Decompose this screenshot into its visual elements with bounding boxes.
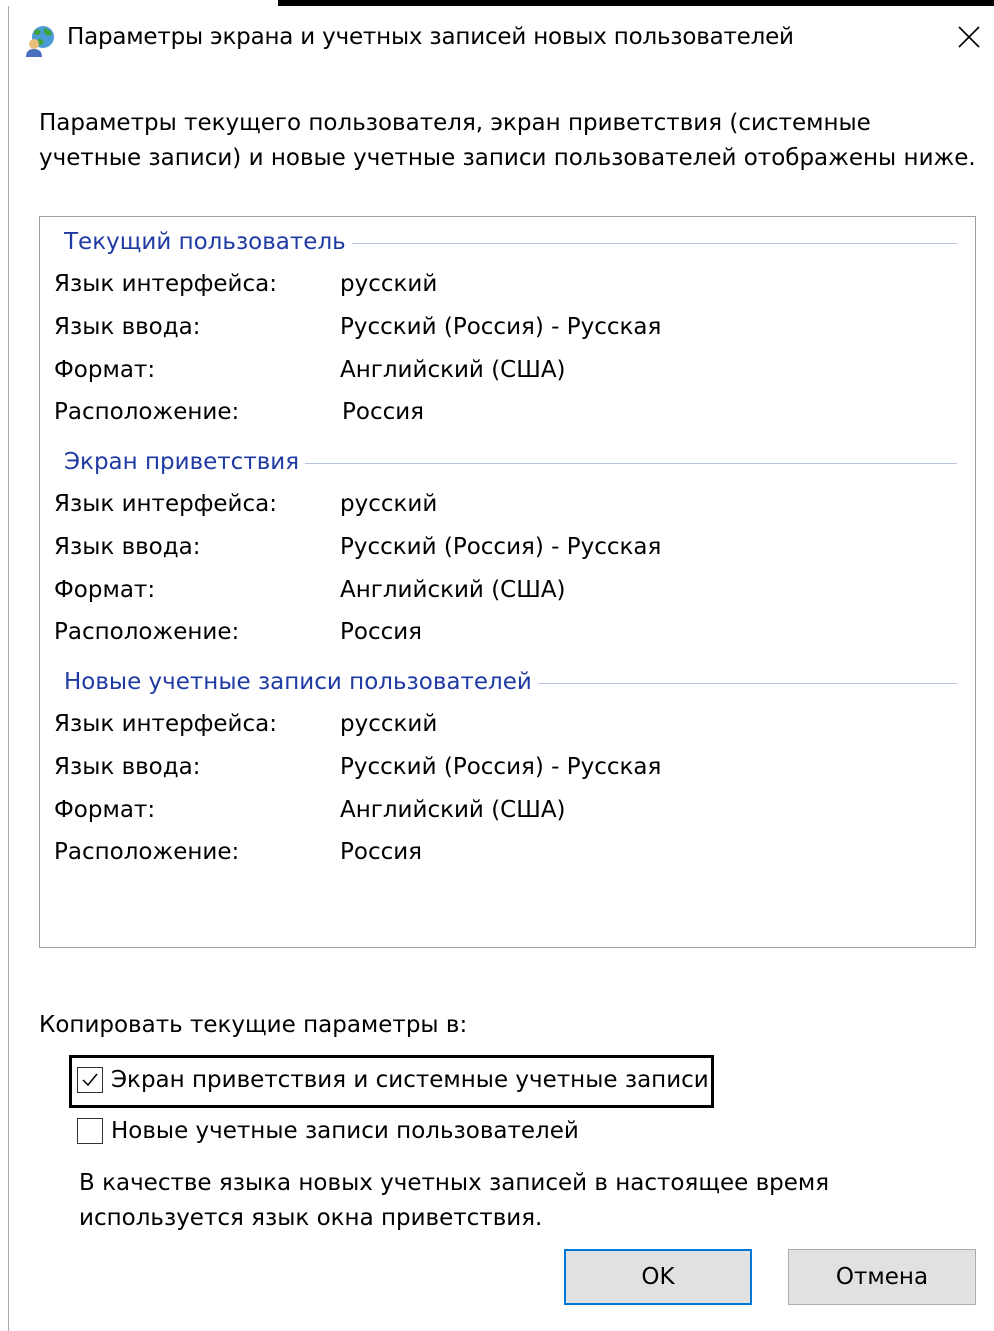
- row-label: Формат:: [54, 577, 156, 603]
- row-value: Русский (Россия) - Русская: [340, 754, 662, 780]
- checkbox-welcome-screen[interactable]: Экран приветствия и системные учетные за…: [77, 1064, 709, 1096]
- row-label: Формат:: [54, 357, 156, 383]
- row-label: Язык ввода:: [54, 314, 201, 340]
- close-icon: [958, 26, 980, 48]
- close-button[interactable]: [952, 20, 986, 54]
- dialog-window: Параметры экрана и учетных записей новых…: [8, 6, 994, 1331]
- row-value: Русский (Россия) - Русская: [340, 314, 662, 340]
- row-format: Формат: Английский (США): [54, 797, 954, 829]
- checkmark-icon: [82, 1073, 98, 1087]
- row-value: русский: [340, 711, 438, 737]
- row-value: Английский (США): [340, 357, 566, 383]
- row-interface-language: Язык интерфейса: русский: [54, 271, 954, 303]
- row-location: Расположение: Россия: [54, 399, 954, 431]
- section-title: Экран приветствия: [64, 449, 300, 475]
- row-value: Английский (США): [340, 797, 566, 823]
- row-input-language: Язык ввода: Русский (Россия) - Русская: [54, 314, 954, 346]
- section-current-user: Текущий пользователь: [64, 227, 957, 257]
- row-value: русский: [340, 271, 438, 297]
- row-value: Россия: [342, 399, 425, 425]
- note-text: В качестве языка новых учетных записей в…: [79, 1170, 830, 1231]
- section-welcome-screen: Экран приветствия: [64, 447, 957, 477]
- row-location: Расположение: Россия: [54, 619, 954, 651]
- row-label: Язык ввода:: [54, 754, 201, 780]
- row-label: Язык интерфейса:: [54, 271, 277, 297]
- row-format: Формат: Английский (США): [54, 577, 954, 609]
- copy-settings-label: Копировать текущие параметры в:: [39, 1012, 468, 1038]
- globe-user-icon: [25, 24, 61, 58]
- title-bar[interactable]: Параметры экрана и учетных записей новых…: [9, 6, 994, 66]
- row-value: Россия: [340, 619, 423, 645]
- description-text: Параметры текущего пользователя, экран п…: [39, 110, 976, 171]
- settings-panel: Текущий пользователь Язык интерфейса: ру…: [39, 216, 976, 948]
- checkbox-label: Экран приветствия и системные учетные за…: [111, 1067, 709, 1093]
- row-label: Расположение:: [54, 619, 240, 645]
- window-title: Параметры экрана и учетных записей новых…: [67, 24, 794, 50]
- row-location: Расположение: Россия: [54, 839, 954, 871]
- ok-button[interactable]: OK: [564, 1249, 752, 1305]
- row-value: русский: [340, 491, 438, 517]
- section-title: Новые учетные записи пользователей: [64, 669, 532, 695]
- divider: [537, 682, 957, 684]
- section-title: Текущий пользователь: [64, 229, 346, 255]
- row-label: Язык интерфейса:: [54, 711, 277, 737]
- row-input-language: Язык ввода: Русский (Россия) - Русская: [54, 534, 954, 566]
- cancel-button[interactable]: Отмена: [788, 1249, 976, 1305]
- section-new-user-accounts: Новые учетные записи пользователей: [64, 667, 957, 697]
- row-input-language: Язык ввода: Русский (Россия) - Русская: [54, 754, 954, 786]
- row-label: Язык ввода:: [54, 534, 201, 560]
- row-label: Язык интерфейса:: [54, 491, 277, 517]
- checkbox-new-user-accounts[interactable]: Новые учетные записи пользователей: [77, 1115, 579, 1147]
- row-value: Русский (Россия) - Русская: [340, 534, 662, 560]
- row-interface-language: Язык интерфейса: русский: [54, 491, 954, 523]
- divider: [305, 462, 957, 464]
- divider: [351, 242, 957, 244]
- row-label: Формат:: [54, 797, 156, 823]
- row-value: Английский (США): [340, 577, 566, 603]
- row-value: Россия: [340, 839, 423, 865]
- row-interface-language: Язык интерфейса: русский: [54, 711, 954, 743]
- checkbox-label: Новые учетные записи пользователей: [111, 1118, 579, 1144]
- checkbox[interactable]: [77, 1118, 103, 1144]
- row-label: Расположение:: [54, 399, 240, 425]
- row-format: Формат: Английский (США): [54, 357, 954, 389]
- checkbox[interactable]: [77, 1067, 103, 1093]
- row-label: Расположение:: [54, 839, 240, 865]
